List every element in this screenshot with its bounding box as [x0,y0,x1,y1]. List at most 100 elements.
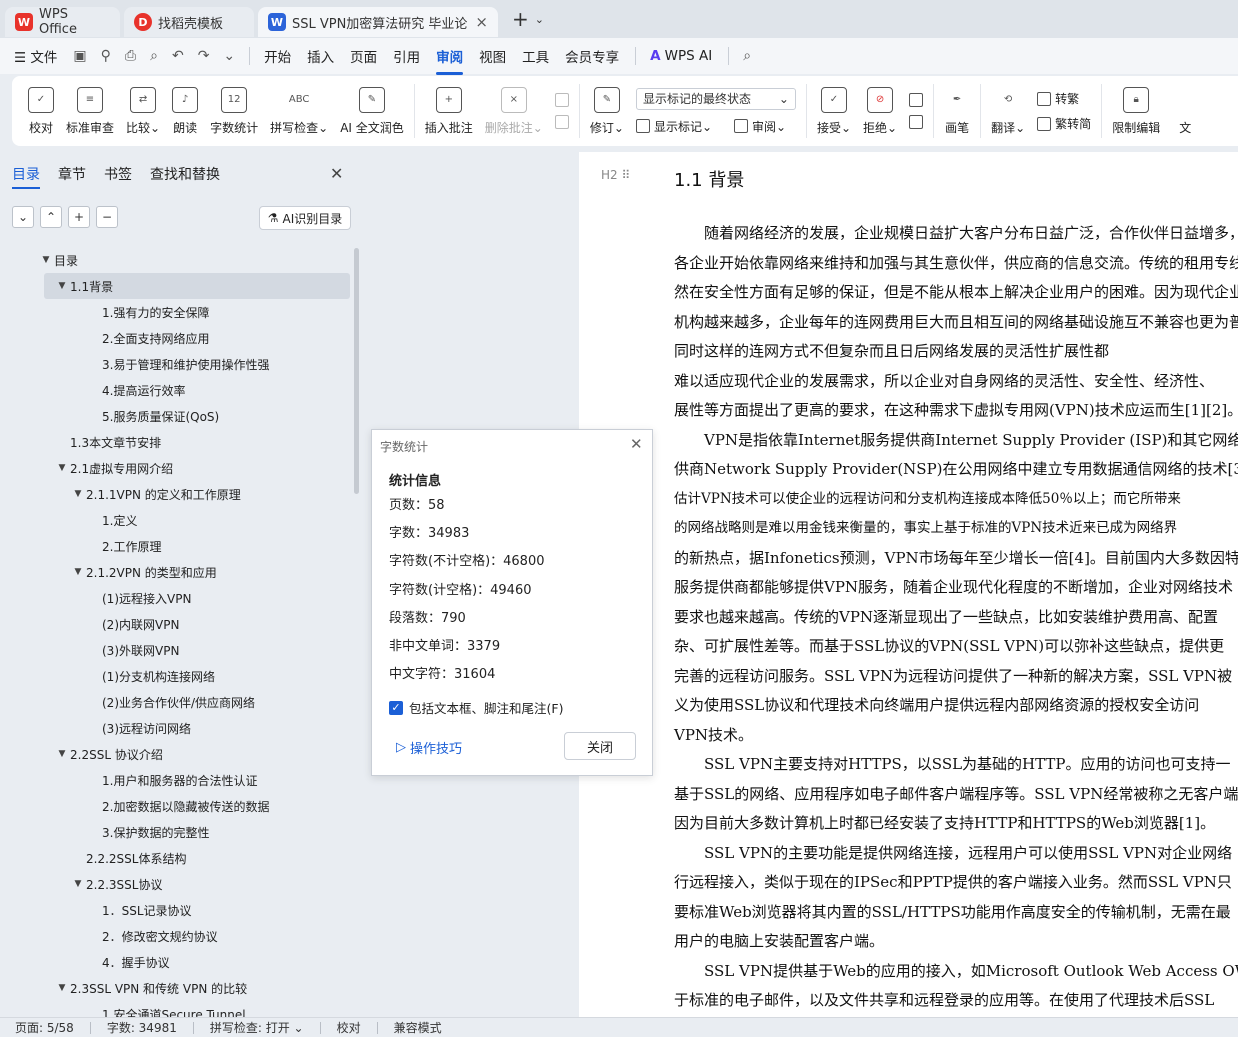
ai-polish-button[interactable]: ✎ AI 全文润色 [334,76,410,146]
to-traditional-button[interactable]: 转繁 [1037,90,1091,107]
ai-toc-button[interactable]: ⚗ AI识别目录 [259,206,351,230]
word-count-button[interactable]: 12 字数统计 [204,76,264,146]
close-button[interactable]: 关闭 [564,732,636,760]
menu-review[interactable]: 审阅 [436,46,464,75]
menu-view[interactable]: 视图 [479,46,506,66]
show-markup-button[interactable]: 显示标记⌄ [654,118,712,135]
tab-chapters[interactable]: 章节 [58,164,86,189]
next-comment-icon[interactable] [554,115,569,129]
page-indicator[interactable]: 页面: 5/58 [15,1019,74,1036]
toc-item[interactable]: 3.易于管理和维护使用操作性强 [0,351,354,377]
include-textbox-checkbox[interactable]: ✓ 包括文本框、脚注和尾注(F) [389,698,563,717]
expand-arrow-icon[interactable]: ▼ [54,463,70,473]
word-count-indicator[interactable]: 字数: 34981 [107,1019,177,1036]
doc-cut-button[interactable]: 文 [1166,76,1198,146]
tab-docer[interactable]: D 找稻壳模板 [124,7,254,37]
toc-item[interactable]: (3)远程访问网络 [0,715,354,741]
heading-level-marker[interactable]: H2 ⠿ [601,168,630,182]
remove-heading-icon[interactable]: − [96,206,118,228]
toc-item[interactable]: 1.定义 [0,507,354,533]
toc-item[interactable]: ▼ 2.2.3SSL协议 [0,871,354,897]
insert-comment-button[interactable]: + 插入批注 [419,76,479,146]
toc-item[interactable]: 2.加密数据以隐藏被传送的数据 [0,793,354,819]
toc-scrollbar[interactable] [354,248,359,494]
previous-comment-icon[interactable] [554,93,569,107]
toc-item[interactable]: ▼ 目录 [0,247,354,273]
delete-comment-button[interactable]: × 删除批注⌄ [479,76,549,146]
menu-tools[interactable]: 工具 [522,46,549,66]
expand-arrow-icon[interactable]: ▼ [54,749,70,759]
toc-item[interactable]: 4．握手协议 [0,949,354,975]
share-icon[interactable]: ⚲ [101,48,111,64]
reject-button[interactable]: ⊘ 拒绝⌄ [857,76,903,146]
proof-indicator[interactable]: 校对 [337,1019,361,1036]
close-tab-icon[interactable]: × [475,13,488,31]
tips-link[interactable]: ▷ 操作技巧 [396,738,462,757]
expand-arrow-icon[interactable]: ▼ [70,489,86,499]
toc-item[interactable]: (3)外联网VPN [0,637,354,663]
toc-item[interactable]: (1)远程接入VPN [0,585,354,611]
spell-check-indicator[interactable]: 拼写检查: 打开 ⌄ [210,1019,304,1036]
accept-button[interactable]: ✓ 接受⌄ [811,76,857,146]
add-heading-icon[interactable]: + [68,206,90,228]
spell-check-button[interactable]: ABC 拼写检查⌄ [264,76,334,146]
toc-item[interactable]: 5.服务质量保证(QoS) [0,403,354,429]
toc-item[interactable]: 3.保护数据的完整性 [0,819,354,845]
toc-item[interactable]: 2．修改密文规约协议 [0,923,354,949]
toc-item[interactable]: ▼ 2.2SSL 协议介绍 [0,741,354,767]
toc-item[interactable]: 1．SSL记录协议 [0,897,354,923]
toc-item[interactable]: (2)业务合作伙伴/供应商网络 [0,689,354,715]
redo-icon[interactable]: ↷ [198,48,210,64]
print-preview-icon[interactable]: ⌕ [150,48,158,64]
toc-item[interactable]: 1.3本文章节安排 [0,429,354,455]
toc-item[interactable]: 4.提高运行效率 [0,377,354,403]
document-page[interactable]: H2 ⠿ 1.1 背景 随着网络经济的发展，企业规模日益扩大客户分布日益广泛，合… [579,152,1238,1017]
previous-change-icon[interactable] [909,93,924,107]
expand-arrow-icon[interactable]: ▼ [38,255,54,265]
close-pane-icon[interactable]: ✕ [330,164,343,183]
toc-item[interactable]: (2)内联网VPN [0,611,354,637]
menu-references[interactable]: 引用 [393,46,420,66]
toc-item[interactable]: ▼ 2.1.1VPN 的定义和工作原理 [0,481,354,507]
new-tab-icon[interactable]: + [512,7,529,31]
file-menu[interactable]: ☰ 文件 [14,46,57,66]
toc-item[interactable]: ▼ 2.1虚拟专用网介绍 [0,455,354,481]
menu-home[interactable]: 开始 [264,46,291,66]
toc-item[interactable]: 2.工作原理 [0,533,354,559]
menu-membership[interactable]: 会员专享 [565,46,619,66]
tab-document[interactable]: W SSL VPN加密算法研究 毕业论 × [258,7,498,37]
print-icon[interactable]: ⎙ [125,48,136,64]
menu-wps-ai[interactable]: A WPS AI [650,48,712,64]
review-pane-button[interactable]: 审阅⌄ [752,118,786,135]
dialog-close-icon[interactable]: ✕ [630,435,643,453]
track-changes-button[interactable]: ✎ 修订⌄ [584,76,630,146]
toc-item[interactable]: ▼ 2.3SSL VPN 和传统 VPN 的比较 [0,975,354,1001]
toc-item[interactable]: 1.用户和服务器的合法性认证 [0,767,354,793]
compare-button[interactable]: ⇄ 比较⌄ [120,76,166,146]
brush-button[interactable]: ✒ 画笔 [938,76,976,146]
collapse-icon[interactable]: ⌃ [40,206,62,228]
toc-item[interactable]: ▼ 1.1背景 [44,273,350,299]
expand-arrow-icon[interactable]: ▼ [70,879,86,889]
next-change-icon[interactable] [909,115,924,129]
expand-arrow-icon[interactable]: ▼ [54,983,70,993]
toc-item[interactable]: 2.2.2SSL体系结构 [0,845,354,871]
expand-arrow-icon[interactable]: ▼ [70,567,86,577]
tab-find-replace[interactable]: 查找和替换 [150,164,220,189]
undo-icon[interactable]: ↶ [172,48,184,64]
toc-item[interactable]: 2.全面支持网络应用 [0,325,354,351]
expand-icon[interactable]: ⌄ [12,206,34,228]
toc-item[interactable]: ▼ 2.1.2VPN 的类型和应用 [0,559,354,585]
proofread-button[interactable]: ✓ 校对 [22,76,60,146]
to-simplified-button[interactable]: 繁转简 [1037,115,1091,132]
restrict-edit-button[interactable]: 🔒︎ 限制编辑 [1106,76,1166,146]
tab-toc[interactable]: 目录 [12,164,40,189]
tab-bookmarks[interactable]: 书签 [104,164,132,189]
toc-item[interactable]: 1.安全通道Secure Tunnel [0,1001,354,1018]
save-icon[interactable]: ▣ [73,48,86,64]
chevron-down-icon[interactable]: ⌄ [535,13,544,26]
toc-item[interactable]: (1)分支机构连接网络 [0,663,354,689]
read-aloud-button[interactable]: ♪ 朗读 [166,76,204,146]
markup-state-select[interactable]: 显示标记的最终状态 ⌄ [635,87,796,110]
more-icon[interactable]: ⌄ [223,48,235,64]
